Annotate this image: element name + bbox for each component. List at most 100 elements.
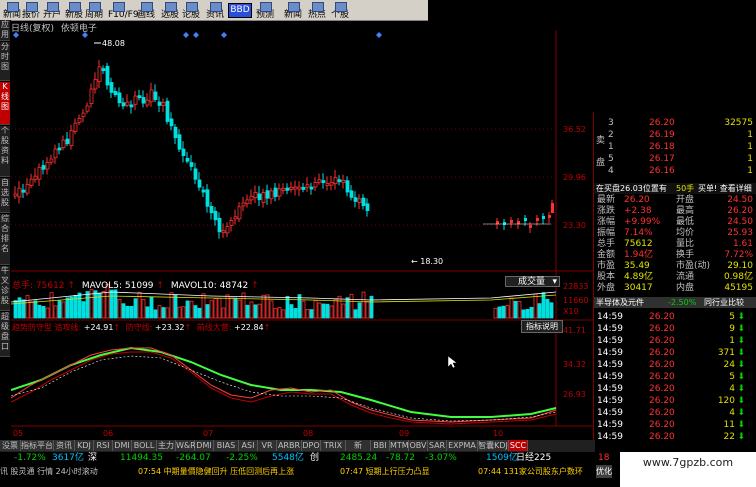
bottom-left-tab[interactable]: 没票 xyxy=(0,440,21,451)
indicator-tab[interactable]: DMI xyxy=(195,440,214,451)
indicator-tab[interactable]: MTM xyxy=(390,440,409,451)
indicator-tab[interactable]: DPO xyxy=(302,440,321,451)
indicator-tab[interactable]: 新DMA xyxy=(346,440,371,461)
candle xyxy=(273,187,278,198)
volume-bar xyxy=(513,300,518,319)
indicator-tab[interactable]: 智囊KDJ xyxy=(478,440,509,451)
volume-bar xyxy=(129,305,134,319)
toolbar-item-12[interactable]: 新闻 xyxy=(283,0,303,20)
candle xyxy=(551,203,554,213)
trade-row: 14:59 26.20 4 ⬇ xyxy=(597,408,745,418)
candle xyxy=(529,225,532,228)
candle xyxy=(221,230,226,234)
news-item-3[interactable]: 07:44 131家公司股东户数环 xyxy=(478,465,583,478)
sell-row: 2 26.19 1 xyxy=(608,130,753,140)
left-tab-2[interactable]: K线图 xyxy=(0,82,10,125)
ticker-tail: 优化 xyxy=(596,465,612,478)
candle xyxy=(161,102,166,106)
month-label: 07 xyxy=(203,429,213,438)
toolbar-item-7[interactable]: 选股 xyxy=(160,0,180,20)
volume-bar xyxy=(221,307,226,319)
bottom-left-tab[interactable]: 指标平台 xyxy=(21,440,54,451)
down-arrow-icon: ⬇ xyxy=(737,360,745,370)
left-tab-5[interactable]: 综合排名 xyxy=(0,214,10,265)
high-label: 48.08 xyxy=(102,39,125,48)
indicator-axis-label: 34.32 xyxy=(563,360,586,369)
indicator-tab[interactable]: EXPMA xyxy=(447,440,478,451)
stat-row: 市盈 35.49 市盈(动) 29.10 xyxy=(597,261,753,271)
toolbar-item-6[interactable]: 画线 xyxy=(136,0,156,20)
candle xyxy=(121,102,126,107)
left-tab-7[interactable]: 超级盘口 xyxy=(0,312,10,357)
toolbar-item-5[interactable]: F10/F9 xyxy=(108,0,139,20)
indicator-tab[interactable]: RSI xyxy=(94,440,113,451)
trade-row: 14:59 26.20 24 ⬇ xyxy=(597,360,745,370)
candle xyxy=(345,180,350,193)
volume-bar xyxy=(153,309,158,319)
candle xyxy=(333,176,338,185)
volume-bar xyxy=(245,304,250,319)
indicator-tab[interactable]: TRIX xyxy=(321,440,346,451)
volume-legend: 总手: 75612 ↑ MAVOL5: 51099 ↑ MAVOL10: 487… xyxy=(12,281,259,291)
toolbar-item-2[interactable]: 开户 xyxy=(42,0,62,20)
indicator-tab[interactable]: BBI xyxy=(371,440,390,451)
toolbar-item-13[interactable]: 热点 xyxy=(307,0,327,20)
volume-bar xyxy=(269,300,274,319)
toolbar-item-0[interactable]: 新闻 xyxy=(2,0,22,20)
candle xyxy=(33,175,38,180)
candle xyxy=(97,66,102,82)
toolbar-item-3[interactable]: 新股 xyxy=(64,0,84,20)
indicator-tab[interactable]: ASI xyxy=(239,440,258,451)
mavol10: MAVOL10: 48742 xyxy=(170,281,249,291)
left-tab-6[interactable]: 牛叉诊股 xyxy=(0,266,10,311)
indicator-tab[interactable]: W&R xyxy=(176,440,196,451)
indicator-help-button[interactable]: 指标说明 xyxy=(521,320,563,333)
toolbar-item-9[interactable]: 资讯 xyxy=(205,0,225,20)
bottom-left-tab[interactable]: 资讯 xyxy=(54,440,75,451)
candle xyxy=(325,183,330,186)
left-tab-0[interactable]: 应用 xyxy=(0,20,10,41)
indicator-tab[interactable]: OBV xyxy=(409,440,428,451)
indicator-tab[interactable]: VR xyxy=(258,440,277,451)
left-tab-3[interactable]: 个股资料 xyxy=(0,126,10,177)
news-item-1[interactable]: 07:54 中期量價隐健回升 压低回测后再上涨 xyxy=(138,465,294,478)
candle xyxy=(249,195,254,201)
stat-row: 振幅 7.14% 均价 25.93 xyxy=(597,228,753,238)
toolbar-item-4[interactable]: 周期 xyxy=(84,0,104,20)
signal-marker xyxy=(221,32,227,38)
industry-compare-link[interactable]: 同行业比较 xyxy=(704,297,744,308)
candle xyxy=(181,148,186,156)
indicator-tab[interactable]: SAR xyxy=(428,440,447,451)
toolbar-item-1[interactable]: 报价 xyxy=(21,0,41,20)
toolbar-item-8[interactable]: 论股堂 xyxy=(181,0,201,50)
indicator-tab[interactable]: 主力 xyxy=(157,440,176,451)
volume-total: 总手: 75612 xyxy=(12,281,65,291)
toolbar-item-14[interactable]: 个股 xyxy=(330,0,350,20)
kline-chart[interactable]: 36.52 29.96 23.30 22833 11660 X10 41.71 34.32 26… xyxy=(11,30,593,440)
volume-bar xyxy=(61,301,66,319)
volume-bar xyxy=(173,294,178,319)
volume-bar xyxy=(361,291,366,319)
month-label: 08 xyxy=(303,429,313,438)
indicator-tab[interactable]: BIAS xyxy=(214,440,239,451)
candle xyxy=(117,92,122,104)
bid-detail-link[interactable]: 买单! 查看详细 xyxy=(698,183,752,194)
indicator-tab[interactable]: BOLL xyxy=(132,440,157,451)
volume-indicator-select[interactable]: 成交量 ▾ xyxy=(505,276,560,287)
indicator-tab[interactable]: KDJ xyxy=(75,440,94,451)
news-item-2[interactable]: 07:47 短期上行压力凸显 xyxy=(340,465,430,478)
buy-row: 5 26.17 1 xyxy=(608,154,753,164)
left-tab-1[interactable]: 分时图 xyxy=(0,42,10,81)
indicator-tab[interactable]: DMI xyxy=(113,440,132,451)
candle xyxy=(101,68,106,71)
candle xyxy=(157,101,162,106)
volume-bar xyxy=(329,305,334,319)
toolbar-item-10[interactable]: BBD xyxy=(228,3,252,18)
indicator-tab[interactable]: ARBR xyxy=(277,440,302,451)
left-tab-4[interactable]: 自选股 xyxy=(0,178,10,213)
indicator-tab[interactable]: SCC xyxy=(509,440,528,451)
candle xyxy=(153,91,158,100)
toolbar-item-11[interactable]: 预测 xyxy=(255,0,275,20)
candle xyxy=(317,179,322,183)
candle xyxy=(213,210,218,221)
